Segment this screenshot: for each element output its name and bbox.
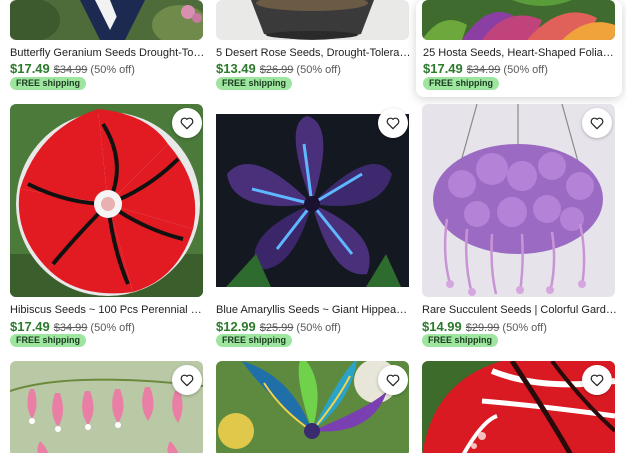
discount-label: (50% off) <box>296 64 341 76</box>
favorite-button[interactable] <box>582 365 612 395</box>
listing-card[interactable]: Rare Succulent Seeds | Colorful Garden P… <box>422 104 620 347</box>
original-price: $25.99 <box>259 322 294 334</box>
price-row: $17.49 $34.99 (50% off) <box>423 61 548 76</box>
listing-card[interactable] <box>216 361 414 453</box>
price-row: $14.99 $29.99 (50% off) <box>422 319 547 334</box>
sale-price: $17.49 <box>10 319 50 334</box>
sale-price: $14.99 <box>422 319 462 334</box>
listing-title[interactable]: Butterfly Geranium Seeds Drought-Toleran… <box>10 47 206 59</box>
price-row: $12.99 $25.99 (50% off) <box>216 319 341 334</box>
listing-card[interactable]: Butterfly Geranium Seeds Drought-Toleran… <box>10 0 208 92</box>
listing-image[interactable] <box>216 104 409 297</box>
favorite-button[interactable] <box>172 365 202 395</box>
sale-price: $13.49 <box>216 61 256 76</box>
listing-card[interactable]: Hibiscus Seeds ~ 100 Pcs Perennial Flowe… <box>10 104 208 347</box>
favorite-button[interactable] <box>582 108 612 138</box>
favorite-button[interactable] <box>378 365 408 395</box>
discount-label: (50% off) <box>90 64 135 76</box>
price-row: $17.49 $34.99 (50% off) <box>10 319 135 334</box>
listing-card[interactable]: Blue Amaryllis Seeds ~ Giant Hippeastrum… <box>216 104 414 347</box>
listing-card[interactable]: 5 Desert Rose Seeds, Drought-Tolerant Su… <box>216 0 414 92</box>
heart-outline-icon <box>180 374 194 387</box>
listing-title[interactable]: Blue Amaryllis Seeds ~ Giant Hippeastrum <box>216 304 412 316</box>
listing-title[interactable]: Hibiscus Seeds ~ 100 Pcs Perennial Flowe… <box>10 304 206 316</box>
listing-card[interactable]: 25 Hosta Seeds, Heart-Shaped Foliage Per… <box>416 0 622 97</box>
listing-image[interactable] <box>10 0 203 40</box>
original-price: $34.99 <box>53 322 88 334</box>
listing-title[interactable]: 25 Hosta Seeds, Heart-Shaped Foliage Per… <box>423 47 619 59</box>
sale-price: $17.49 <box>423 61 463 76</box>
original-price: $34.99 <box>466 64 501 76</box>
free-shipping-badge: FREE shipping <box>216 77 292 90</box>
listing-title[interactable]: Rare Succulent Seeds | Colorful Garden P… <box>422 304 618 316</box>
listing-image[interactable] <box>216 0 409 40</box>
price-row: $13.49 $26.99 (50% off) <box>216 61 341 76</box>
discount-label: (50% off) <box>503 64 548 76</box>
original-price: $34.99 <box>53 64 88 76</box>
discount-label: (50% off) <box>502 322 547 334</box>
original-price: $29.99 <box>465 322 500 334</box>
listing-image[interactable] <box>10 104 203 297</box>
listing-card[interactable] <box>422 361 620 453</box>
discount-label: (50% off) <box>296 322 341 334</box>
listing-card[interactable] <box>10 361 208 453</box>
free-shipping-badge: FREE shipping <box>10 334 86 347</box>
favorite-button[interactable] <box>378 108 408 138</box>
price-row: $17.49 $34.99 (50% off) <box>10 61 135 76</box>
free-shipping-badge: FREE shipping <box>216 334 292 347</box>
free-shipping-badge: FREE shipping <box>10 77 86 90</box>
heart-outline-icon <box>590 374 604 387</box>
free-shipping-badge: FREE shipping <box>422 334 498 347</box>
free-shipping-badge: FREE shipping <box>423 77 499 90</box>
discount-label: (50% off) <box>90 322 135 334</box>
favorite-button[interactable] <box>172 108 202 138</box>
listing-image[interactable] <box>422 0 615 40</box>
heart-outline-icon <box>590 117 604 130</box>
sale-price: $12.99 <box>216 319 256 334</box>
listing-title[interactable]: 5 Desert Rose Seeds, Drought-Tolerant Su… <box>216 47 412 59</box>
heart-outline-icon <box>386 374 400 387</box>
heart-outline-icon <box>386 117 400 130</box>
heart-outline-icon <box>180 117 194 130</box>
original-price: $26.99 <box>259 64 294 76</box>
sale-price: $17.49 <box>10 61 50 76</box>
